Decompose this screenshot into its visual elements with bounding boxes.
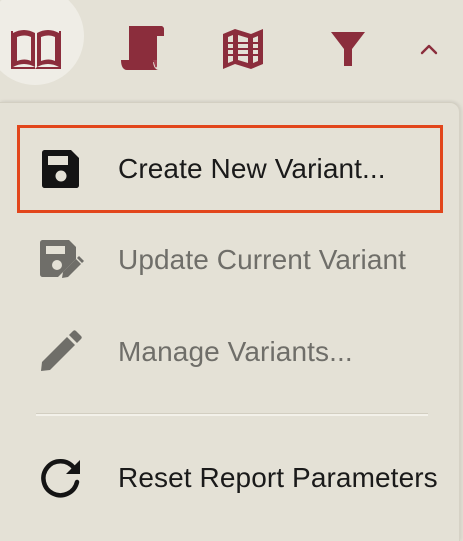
collapse-toolbar-button[interactable]	[414, 34, 444, 64]
refresh-icon	[34, 452, 86, 504]
save-edit-icon	[34, 234, 86, 286]
report-toolbar-button[interactable]	[114, 20, 170, 76]
menu-item-label: Create New Variant...	[118, 153, 386, 184]
menu-item-update-current-variant[interactable]: Update Current Variant	[0, 220, 459, 300]
map-toolbar-button[interactable]	[218, 24, 268, 74]
menu-item-reset-report-parameters[interactable]: Reset Report Parameters	[0, 438, 459, 518]
menu-item-label: Manage Variants...	[118, 336, 353, 367]
pencil-icon	[34, 326, 86, 378]
menu-divider	[36, 413, 428, 416]
scroll-icon	[117, 22, 167, 74]
toolbar	[0, 0, 463, 100]
menu-item-label: Reset Report Parameters	[118, 462, 438, 493]
map-icon	[220, 26, 266, 72]
filter-toolbar-button[interactable]	[325, 26, 371, 72]
chevron-up-icon	[419, 42, 439, 56]
filter-icon	[329, 29, 367, 69]
variants-menu: Create New Variant... Update Current Var…	[0, 102, 460, 541]
menu-item-manage-variants[interactable]: Manage Variants...	[0, 312, 459, 392]
save-icon	[34, 143, 86, 195]
book-open-icon	[10, 27, 62, 69]
menu-item-label: Update Current Variant	[118, 244, 407, 275]
variants-toolbar-button[interactable]	[0, 0, 84, 85]
menu-item-create-new-variant[interactable]: Create New Variant...	[0, 129, 459, 209]
